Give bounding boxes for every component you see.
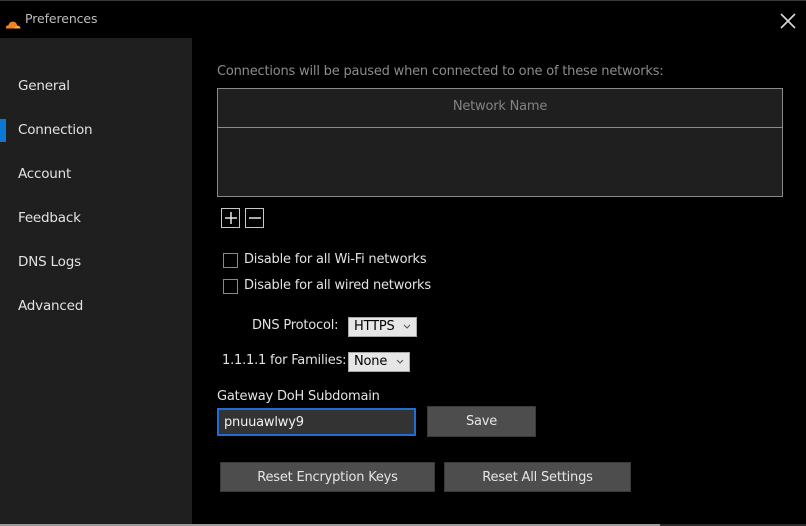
families-value: None bbox=[354, 354, 388, 369]
reset-all-settings-button[interactable]: Reset All Settings bbox=[444, 462, 631, 492]
sidebar-item-label: Advanced bbox=[18, 298, 84, 314]
sidebar-item-general[interactable]: General bbox=[0, 71, 192, 101]
sidebar-item-connection[interactable]: Connection bbox=[0, 115, 192, 145]
checkbox-box[interactable] bbox=[223, 253, 238, 268]
network-list-table[interactable]: Network Name bbox=[217, 88, 783, 197]
preferences-window: Preferences General Connection Account F… bbox=[0, 0, 806, 526]
gateway-subdomain-label: Gateway DoH Subdomain bbox=[217, 389, 380, 404]
sidebar-item-label: General bbox=[18, 78, 70, 94]
sidebar-item-label: Account bbox=[18, 166, 72, 182]
active-indicator bbox=[0, 119, 6, 142]
window-title: Preferences bbox=[25, 11, 98, 26]
remove-network-button[interactable] bbox=[245, 208, 264, 228]
connection-panel: Connections will be paused when connecte… bbox=[192, 38, 806, 524]
checkbox-box[interactable] bbox=[223, 279, 238, 294]
reset-encryption-keys-button[interactable]: Reset Encryption Keys bbox=[220, 462, 435, 492]
add-network-button[interactable] bbox=[221, 208, 240, 228]
networks-intro-text: Connections will be paused when connecte… bbox=[217, 64, 664, 79]
cloud-icon bbox=[5, 14, 21, 29]
plus-icon bbox=[225, 212, 237, 224]
sidebar-item-label: DNS Logs bbox=[18, 254, 81, 270]
checkbox-label: Disable for all wired networks bbox=[244, 278, 431, 293]
save-button[interactable]: Save bbox=[427, 406, 536, 437]
title-bar: Preferences bbox=[0, 1, 806, 38]
checkbox-label: Disable for all Wi-Fi networks bbox=[244, 252, 427, 267]
chevron-down-icon bbox=[396, 359, 404, 364]
close-icon bbox=[780, 13, 796, 29]
families-select[interactable]: None bbox=[348, 352, 410, 372]
minus-icon bbox=[249, 217, 261, 219]
gateway-subdomain-input[interactable] bbox=[217, 408, 416, 436]
sidebar-item-dns-logs[interactable]: DNS Logs bbox=[0, 247, 192, 277]
sidebar-item-feedback[interactable]: Feedback bbox=[0, 203, 192, 233]
dns-protocol-label: DNS Protocol: bbox=[252, 318, 339, 333]
dns-protocol-select[interactable]: HTTPS bbox=[348, 317, 417, 337]
sidebar-item-advanced[interactable]: Advanced bbox=[0, 291, 192, 321]
sidebar-item-account[interactable]: Account bbox=[0, 159, 192, 189]
dns-protocol-value: HTTPS bbox=[354, 319, 395, 334]
chevron-down-icon bbox=[403, 324, 411, 329]
families-label: 1.1.1.1 for Families: bbox=[222, 353, 347, 368]
sidebar: General Connection Account Feedback DNS … bbox=[0, 38, 192, 524]
sidebar-item-label: Feedback bbox=[18, 210, 81, 226]
column-header-label: Network Name bbox=[452, 99, 548, 114]
network-name-column-header[interactable]: Network Name bbox=[218, 89, 782, 128]
close-button[interactable] bbox=[778, 11, 798, 31]
sidebar-item-label: Connection bbox=[18, 122, 93, 138]
